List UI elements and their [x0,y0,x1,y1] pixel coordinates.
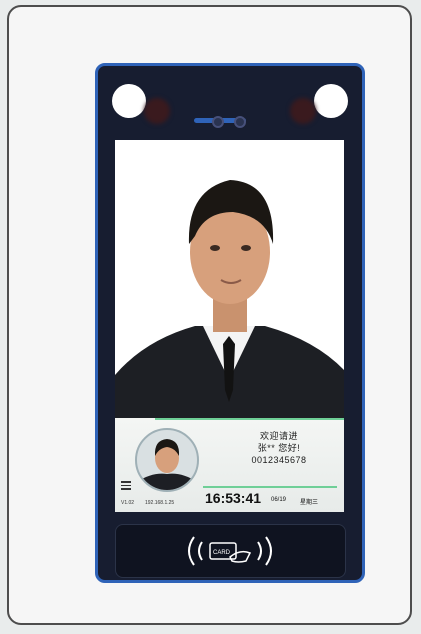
ip-address: 192.168.1.25 [145,500,175,506]
clock-weekday: 星期三 [300,500,319,506]
card-reader-area[interactable]: CARD [115,524,346,578]
greeting-text: 张** 您好! [257,443,301,453]
id-number: 0012345678 [251,455,307,465]
menu-icon[interactable] [121,481,131,492]
accent-line-top [155,418,344,420]
recognition-panel: 欢迎请进 张** 您好! 0012345678 V1.02 192.168.1.… [115,418,344,512]
display-screen: 欢迎请进 张** 您好! 0012345678 V1.02 192.168.1.… [115,140,344,512]
face-recognition-terminal: 欢迎请进 张** 您好! 0012345678 V1.02 192.168.1.… [95,63,365,583]
accent-line-bottom [203,486,337,488]
clock-time: 16:53:41 [205,490,262,506]
clock-date: 06/19 [271,497,287,503]
card-reader-icon: CARD [188,536,272,566]
fill-light-left [112,84,146,118]
ir-sensor-left [144,98,170,124]
ir-sensor-right [290,98,316,124]
welcome-message: 欢迎请进 张** 您好! 0012345678 [224,430,334,466]
card-text: CARD [213,550,231,556]
fill-light-right [314,84,348,118]
version-label: V1.02 [121,500,135,506]
welcome-text: 欢迎请进 [259,431,298,441]
camera-lens-right [234,116,246,128]
camera-lens-left [212,116,224,128]
captured-face-thumbnail [135,428,199,492]
product-card: 欢迎请进 张** 您好! 0012345678 V1.02 192.168.1.… [7,5,412,625]
person-photo [115,140,344,418]
